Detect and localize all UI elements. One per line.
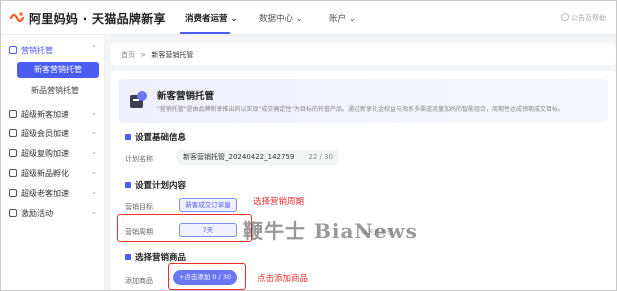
click-add-annotation: 点击添加商品	[257, 274, 309, 284]
member-icon	[9, 129, 17, 137]
sidebar-item-label: 超级会员加速	[21, 129, 69, 138]
chevron-down-icon: ⌄	[91, 168, 97, 176]
sidebar-item-super-old-customer[interactable]: 超级老客加速 ⌄	[9, 188, 97, 199]
user-icon	[9, 189, 17, 197]
box-icon	[9, 169, 17, 177]
help-label: 公告及帮助	[571, 14, 606, 22]
sidebar-item-label: 超级新品孵化	[21, 169, 69, 178]
sidebar-item-super-member[interactable]: 超级会员加速 ⌄	[9, 128, 97, 139]
period-highlight-box	[117, 214, 252, 242]
section-plan-content: 设置计划内容	[125, 179, 186, 191]
sidebar-item-label: 超级新客加速	[21, 110, 69, 119]
product-icon	[130, 91, 147, 108]
product-intro-banner: 新客营销托管 "营销托管"是由品牌新享推出的以实现"成交确定性"为目标的托管产品…	[119, 79, 608, 123]
sidebar: 营销托管 ⌄ 新客营销托管 新品营销托管 超级新客加速 ⌄ 超级会员加速 ⌄ 超…	[1, 35, 105, 290]
section-marker-icon	[125, 182, 131, 188]
marketing-goal-option[interactable]: 新客成交订单量	[179, 198, 237, 212]
plan-name-value: 新客营销托管_20240422_142759	[183, 153, 295, 161]
section-marker-icon	[125, 134, 131, 140]
sidebar-item-new-product-managed[interactable]: 新品营销托管	[31, 85, 79, 96]
plan-name-input[interactable]: 新客营销托管_20240422_142759 22 / 30	[177, 150, 339, 165]
section-select-goods: 选择营销商品	[125, 251, 186, 263]
top-nav-bar: 阿里妈妈 · 天猫品牌新享 消费者运营 ⌄ 数据中心 ⌄ 账户 ⌄ 公告及帮助	[1, 1, 616, 35]
active-tab-indicator	[180, 32, 230, 34]
help-icon	[561, 13, 569, 21]
tab-account[interactable]: 账户 ⌄	[329, 12, 356, 24]
breadcrumb-home[interactable]: 首页	[121, 51, 135, 59]
sidebar-item-super-repurchase[interactable]: 超级复购加速 ⌄	[9, 148, 97, 159]
chevron-down-icon: ⌄	[91, 188, 97, 196]
tab-data-center[interactable]: 数据中心 ⌄	[259, 12, 303, 24]
main-content: 首页 > 新客营销托管 新客营销托管 "营销托管"是由品牌新享推出的以实现"成交…	[105, 35, 616, 290]
marketing-goal-label: 营销目标	[125, 203, 153, 211]
plan-name-label: 计划名称	[125, 155, 153, 163]
sidebar-item-super-new-product[interactable]: 超级新品孵化 ⌄	[9, 168, 97, 179]
char-counter: 22 / 30	[308, 153, 333, 161]
section-title: 设置计划内容	[135, 181, 187, 191]
gift-icon	[9, 209, 17, 217]
breadcrumb: 首页 > 新客营销托管	[121, 50, 193, 60]
product-title: 新客营销托管	[157, 91, 215, 102]
section-basic-info: 设置基础信息	[125, 131, 186, 143]
breadcrumb-bar: 首页 > 新客营销托管	[111, 43, 616, 65]
select-period-annotation: 选择营销周期	[253, 197, 305, 207]
bianews-watermark: 鞭牛士 BiaNews	[243, 219, 418, 243]
sidebar-item-marketing-managed[interactable]: 营销托管 ⌄	[9, 43, 97, 56]
sidebar-item-super-new-customer[interactable]: 超级新客加速 ⌄	[9, 109, 97, 120]
brand-title: 阿里妈妈 · 天猫品牌新享	[29, 12, 166, 26]
sidebar-item-label: 超级复购加速	[21, 149, 69, 158]
sidebar-item-incentive[interactable]: 激励活动 ⌄	[9, 208, 97, 219]
sidebar-item-label: 超级老客加速	[21, 189, 69, 198]
chevron-down-icon: ⌄	[91, 148, 97, 156]
alimama-logo-icon	[9, 12, 25, 23]
section-marker-icon	[125, 254, 131, 260]
briefcase-icon	[9, 46, 17, 54]
form-card: 新客营销托管 "营销托管"是由品牌新享推出的以实现"成交确定性"为目标的托管产品…	[111, 71, 616, 290]
help-link[interactable]: 公告及帮助	[561, 13, 606, 23]
add-goods-label: 添加商品	[125, 277, 153, 285]
sidebar-item-label: 营销托管	[21, 46, 53, 55]
chevron-down-icon: ⌄	[91, 109, 97, 117]
app-window: 阿里妈妈 · 天猫品牌新享 消费者运营 ⌄ 数据中心 ⌄ 账户 ⌄ 公告及帮助 …	[0, 0, 617, 291]
chevron-down-icon: ⌄	[91, 208, 97, 216]
sidebar-item-new-customer-managed[interactable]: 新客营销托管	[17, 62, 99, 78]
breadcrumb-separator: >	[140, 51, 147, 59]
breadcrumb-current: 新客营销托管	[151, 51, 194, 59]
product-description: "营销托管"是由品牌新享推出的以实现"成交确定性"为目标的托管产品。通过新享礼金…	[157, 106, 565, 113]
section-title: 选择营销商品	[135, 253, 187, 263]
bag-icon	[9, 149, 17, 157]
chevron-up-icon: ⌄	[91, 43, 97, 51]
section-title: 设置基础信息	[135, 133, 187, 143]
add-goods-highlight-box	[168, 263, 246, 290]
tab-consumer-ops[interactable]: 消费者运营 ⌄	[185, 12, 238, 24]
chevron-down-icon: ⌄	[91, 128, 97, 136]
sidebar-item-label: 激励活动	[21, 209, 53, 218]
rocket-icon	[9, 110, 17, 118]
